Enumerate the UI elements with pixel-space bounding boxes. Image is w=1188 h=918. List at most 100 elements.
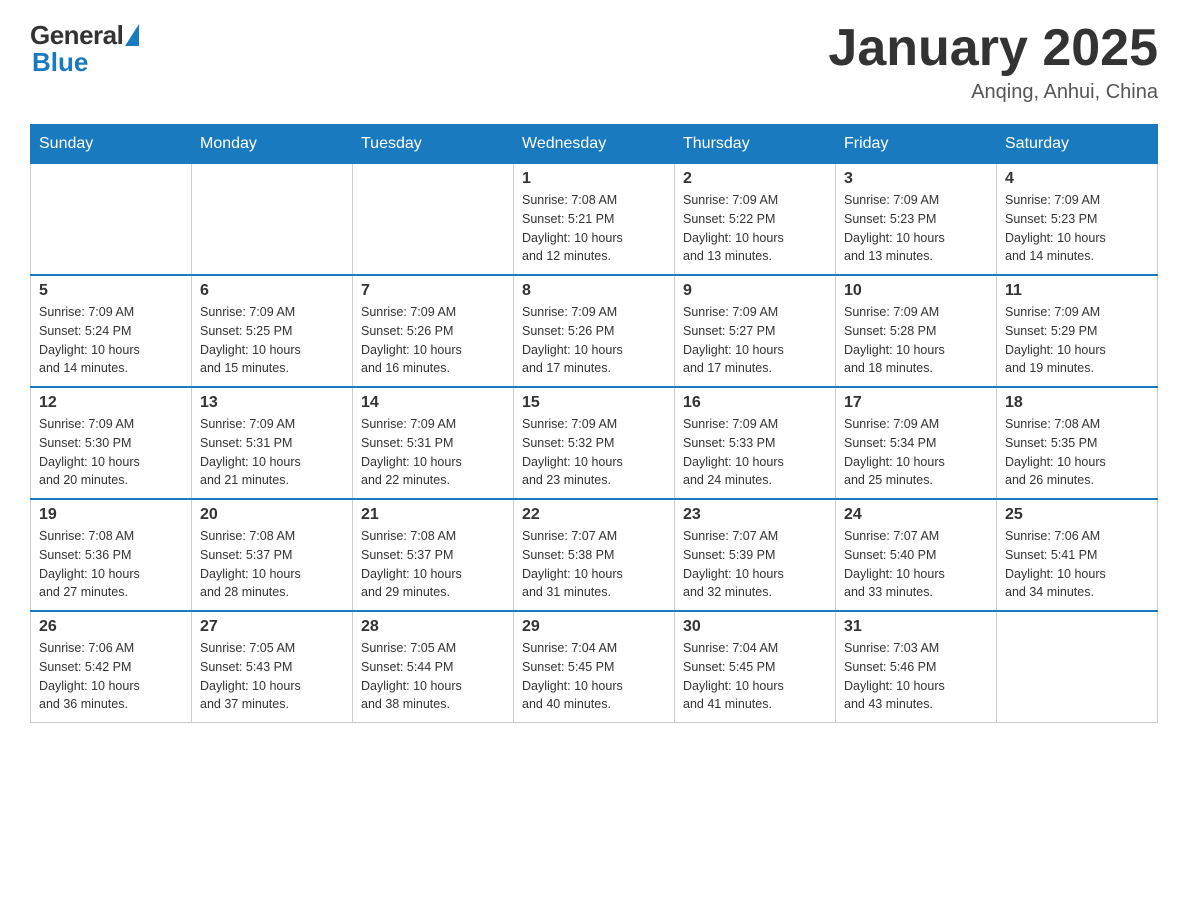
calendar-day-cell: 30 Sunrise: 7:04 AMSunset: 5:45 PMDayligh… xyxy=(675,611,836,723)
calendar-week-row: 1Sunrise: 7:08 AMSunset: 5:21 PMDaylight… xyxy=(31,164,1158,276)
logo: General Blue xyxy=(30,20,139,78)
day-number: 25 xyxy=(1005,506,1149,524)
month-title: January 2025 xyxy=(828,20,1158,77)
calendar-day-cell: 21 Sunrise: 7:08 AMSunset: 5:37 PMDayligh… xyxy=(353,499,514,611)
day-number: 8 xyxy=(522,282,666,300)
day-info: Sunrise: 7:09 AMSunset: 5:24 PMDaylight:… xyxy=(39,303,183,378)
day-number: 22 xyxy=(522,506,666,524)
day-number: 6 xyxy=(200,282,344,300)
calendar-day-cell: 20 Sunrise: 7:08 AMSunset: 5:37 PMDayligh… xyxy=(192,499,353,611)
day-info: Sunrise: 7:09 AMSunset: 5:25 PMDaylight:… xyxy=(200,303,344,378)
day-number: 5 xyxy=(39,282,183,300)
calendar-day-cell: 15 Sunrise: 7:09 AMSunset: 5:32 PMDayligh… xyxy=(514,387,675,499)
calendar-day-cell: 5 Sunrise: 7:09 AMSunset: 5:24 PMDaylight… xyxy=(31,275,192,387)
day-info: Sunrise: 7:09 AMSunset: 5:22 PMDaylight:… xyxy=(683,191,827,266)
calendar-day-cell: 2Sunrise: 7:09 AMSunset: 5:22 PMDaylight… xyxy=(675,164,836,276)
day-info: Sunrise: 7:06 AMSunset: 5:41 PMDaylight:… xyxy=(1005,527,1149,602)
calendar-day-cell: 19 Sunrise: 7:08 AMSunset: 5:36 PMDayligh… xyxy=(31,499,192,611)
day-info: Sunrise: 7:09 AMSunset: 5:23 PMDaylight:… xyxy=(1005,191,1149,266)
day-number: 14 xyxy=(361,394,505,412)
day-info: Sunrise: 7:08 AMSunset: 5:37 PMDaylight:… xyxy=(361,527,505,602)
day-number: 21 xyxy=(361,506,505,524)
calendar-header-saturday: Saturday xyxy=(997,125,1158,164)
calendar-day-cell: 12Sunrise: 7:09 AMSunset: 5:30 PMDayligh… xyxy=(31,387,192,499)
day-number: 10 xyxy=(844,282,988,300)
day-number: 18 xyxy=(1005,394,1149,412)
calendar-day-cell xyxy=(31,164,192,276)
day-number: 19 xyxy=(39,506,183,524)
calendar-header-wednesday: Wednesday xyxy=(514,125,675,164)
day-number: 9 xyxy=(683,282,827,300)
day-number: 23 xyxy=(683,506,827,524)
day-number: 11 xyxy=(1005,282,1149,300)
calendar-day-cell: 4 Sunrise: 7:09 AMSunset: 5:23 PMDaylight… xyxy=(997,164,1158,276)
day-info: Sunrise: 7:07 AMSunset: 5:38 PMDaylight:… xyxy=(522,527,666,602)
calendar-day-cell: 17 Sunrise: 7:09 AMSunset: 5:34 PMDayligh… xyxy=(836,387,997,499)
calendar-day-cell: 9 Sunrise: 7:09 AMSunset: 5:27 PMDaylight… xyxy=(675,275,836,387)
logo-triangle-icon xyxy=(125,24,139,46)
day-info: Sunrise: 7:04 AMSunset: 5:45 PMDaylight:… xyxy=(522,639,666,714)
calendar-header-row: SundayMondayTuesdayWednesdayThursdayFrid… xyxy=(31,125,1158,164)
calendar-day-cell: 24 Sunrise: 7:07 AMSunset: 5:40 PMDayligh… xyxy=(836,499,997,611)
calendar-day-cell: 16 Sunrise: 7:09 AMSunset: 5:33 PMDayligh… xyxy=(675,387,836,499)
day-number: 17 xyxy=(844,394,988,412)
calendar-day-cell: 28Sunrise: 7:05 AMSunset: 5:44 PMDayligh… xyxy=(353,611,514,723)
day-info: Sunrise: 7:08 AMSunset: 5:37 PMDaylight:… xyxy=(200,527,344,602)
calendar-week-row: 26 Sunrise: 7:06 AMSunset: 5:42 PMDayligh… xyxy=(31,611,1158,723)
day-number: 27 xyxy=(200,618,344,636)
day-info: Sunrise: 7:05 AMSunset: 5:44 PMDaylight:… xyxy=(361,639,505,714)
day-number: 3 xyxy=(844,170,988,188)
day-info: Sunrise: 7:09 AMSunset: 5:23 PMDaylight:… xyxy=(844,191,988,266)
day-info: Sunrise: 7:09 AMSunset: 5:34 PMDaylight:… xyxy=(844,415,988,490)
calendar-day-cell: 1Sunrise: 7:08 AMSunset: 5:21 PMDaylight… xyxy=(514,164,675,276)
day-info: Sunrise: 7:09 AMSunset: 5:28 PMDaylight:… xyxy=(844,303,988,378)
day-number: 13 xyxy=(200,394,344,412)
calendar-day-cell: 23 Sunrise: 7:07 AMSunset: 5:39 PMDayligh… xyxy=(675,499,836,611)
calendar-day-cell xyxy=(192,164,353,276)
day-info: Sunrise: 7:08 AMSunset: 5:21 PMDaylight:… xyxy=(522,191,666,266)
day-info: Sunrise: 7:09 AMSunset: 5:29 PMDaylight:… xyxy=(1005,303,1149,378)
day-info: Sunrise: 7:09 AMSunset: 5:27 PMDaylight:… xyxy=(683,303,827,378)
day-number: 16 xyxy=(683,394,827,412)
calendar-day-cell: 7Sunrise: 7:09 AMSunset: 5:26 PMDaylight… xyxy=(353,275,514,387)
day-info: Sunrise: 7:07 AMSunset: 5:40 PMDaylight:… xyxy=(844,527,988,602)
calendar-header-friday: Friday xyxy=(836,125,997,164)
calendar-header-sunday: Sunday xyxy=(31,125,192,164)
calendar-week-row: 12Sunrise: 7:09 AMSunset: 5:30 PMDayligh… xyxy=(31,387,1158,499)
calendar-day-cell: 8Sunrise: 7:09 AMSunset: 5:26 PMDaylight… xyxy=(514,275,675,387)
day-number: 20 xyxy=(200,506,344,524)
calendar-day-cell: 14Sunrise: 7:09 AMSunset: 5:31 PMDayligh… xyxy=(353,387,514,499)
calendar-week-row: 19 Sunrise: 7:08 AMSunset: 5:36 PMDayligh… xyxy=(31,499,1158,611)
calendar-day-cell: 18 Sunrise: 7:08 AMSunset: 5:35 PMDayligh… xyxy=(997,387,1158,499)
calendar-day-cell: 29Sunrise: 7:04 AMSunset: 5:45 PMDayligh… xyxy=(514,611,675,723)
day-info: Sunrise: 7:07 AMSunset: 5:39 PMDaylight:… xyxy=(683,527,827,602)
day-number: 15 xyxy=(522,394,666,412)
location: Anqing, Anhui, China xyxy=(828,81,1158,104)
day-info: Sunrise: 7:08 AMSunset: 5:36 PMDaylight:… xyxy=(39,527,183,602)
calendar-day-cell xyxy=(353,164,514,276)
calendar-header-tuesday: Tuesday xyxy=(353,125,514,164)
day-info: Sunrise: 7:09 AMSunset: 5:31 PMDaylight:… xyxy=(200,415,344,490)
title-block: January 2025 Anqing, Anhui, China xyxy=(828,20,1158,104)
day-number: 26 xyxy=(39,618,183,636)
day-number: 7 xyxy=(361,282,505,300)
day-info: Sunrise: 7:09 AMSunset: 5:32 PMDaylight:… xyxy=(522,415,666,490)
day-info: Sunrise: 7:05 AMSunset: 5:43 PMDaylight:… xyxy=(200,639,344,714)
logo-blue-text: Blue xyxy=(32,47,88,78)
day-info: Sunrise: 7:03 AMSunset: 5:46 PMDaylight:… xyxy=(844,639,988,714)
calendar-day-cell: 11 Sunrise: 7:09 AMSunset: 5:29 PMDayligh… xyxy=(997,275,1158,387)
day-info: Sunrise: 7:06 AMSunset: 5:42 PMDaylight:… xyxy=(39,639,183,714)
day-number: 12 xyxy=(39,394,183,412)
day-info: Sunrise: 7:09 AMSunset: 5:33 PMDaylight:… xyxy=(683,415,827,490)
day-number: 30 xyxy=(683,618,827,636)
calendar-day-cell: 10 Sunrise: 7:09 AMSunset: 5:28 PMDayligh… xyxy=(836,275,997,387)
day-info: Sunrise: 7:08 AMSunset: 5:35 PMDaylight:… xyxy=(1005,415,1149,490)
day-number: 24 xyxy=(844,506,988,524)
calendar-day-cell: 25 Sunrise: 7:06 AMSunset: 5:41 PMDayligh… xyxy=(997,499,1158,611)
calendar-day-cell: 6 Sunrise: 7:09 AMSunset: 5:25 PMDaylight… xyxy=(192,275,353,387)
day-info: Sunrise: 7:04 AMSunset: 5:45 PMDaylight:… xyxy=(683,639,827,714)
calendar-day-cell xyxy=(997,611,1158,723)
calendar-table: SundayMondayTuesdayWednesdayThursdayFrid… xyxy=(30,124,1158,723)
day-number: 4 xyxy=(1005,170,1149,188)
calendar-header-monday: Monday xyxy=(192,125,353,164)
